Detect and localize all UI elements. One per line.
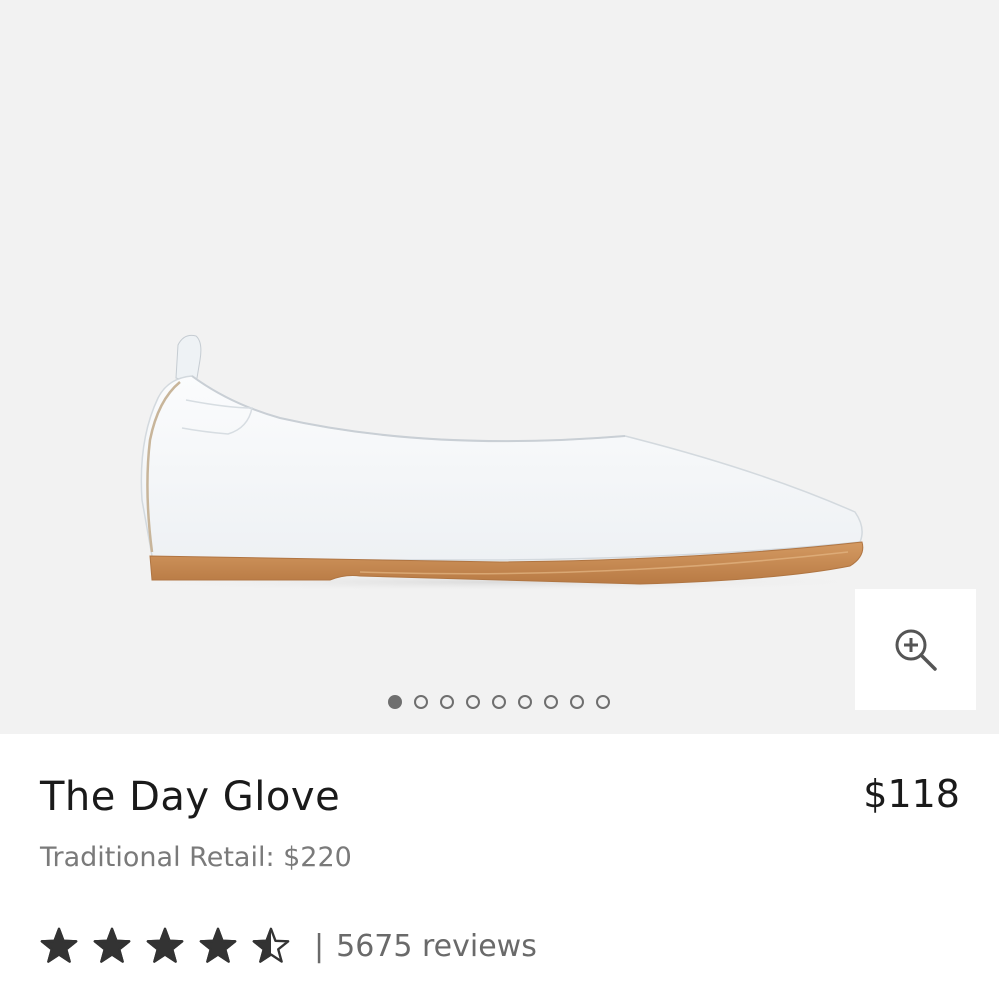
star-icon: [252, 927, 290, 963]
product-title: The Day Glove: [40, 774, 341, 820]
star-rating: [40, 927, 290, 965]
product-page: The Day Glove $118 Traditional Retail: $…: [0, 0, 999, 1000]
zoom-in-icon: [895, 629, 937, 671]
pagination-dot[interactable]: [544, 695, 558, 709]
star-icon: [199, 927, 237, 963]
pagination-dot[interactable]: [388, 695, 402, 709]
image-pagination: [0, 695, 999, 713]
star-icon: [146, 927, 184, 963]
traditional-retail-price: Traditional Retail: $220: [40, 842, 352, 873]
rating-separator: |: [314, 928, 325, 964]
pagination-dot[interactable]: [518, 695, 532, 709]
pagination-dot[interactable]: [440, 695, 454, 709]
pagination-dot[interactable]: [596, 695, 610, 709]
pagination-dot[interactable]: [466, 695, 480, 709]
zoom-button[interactable]: [855, 589, 976, 710]
rating-summary[interactable]: | 5675 reviews: [40, 922, 537, 970]
product-image-gallery[interactable]: [0, 0, 999, 734]
product-price: $118: [863, 772, 960, 816]
star-icon: [40, 927, 78, 963]
pagination-dot[interactable]: [570, 695, 584, 709]
pagination-dot[interactable]: [414, 695, 428, 709]
reviews-count-link[interactable]: 5675 reviews: [336, 929, 537, 964]
product-image: [100, 334, 900, 592]
pagination-dot[interactable]: [492, 695, 506, 709]
star-icon: [93, 927, 131, 963]
